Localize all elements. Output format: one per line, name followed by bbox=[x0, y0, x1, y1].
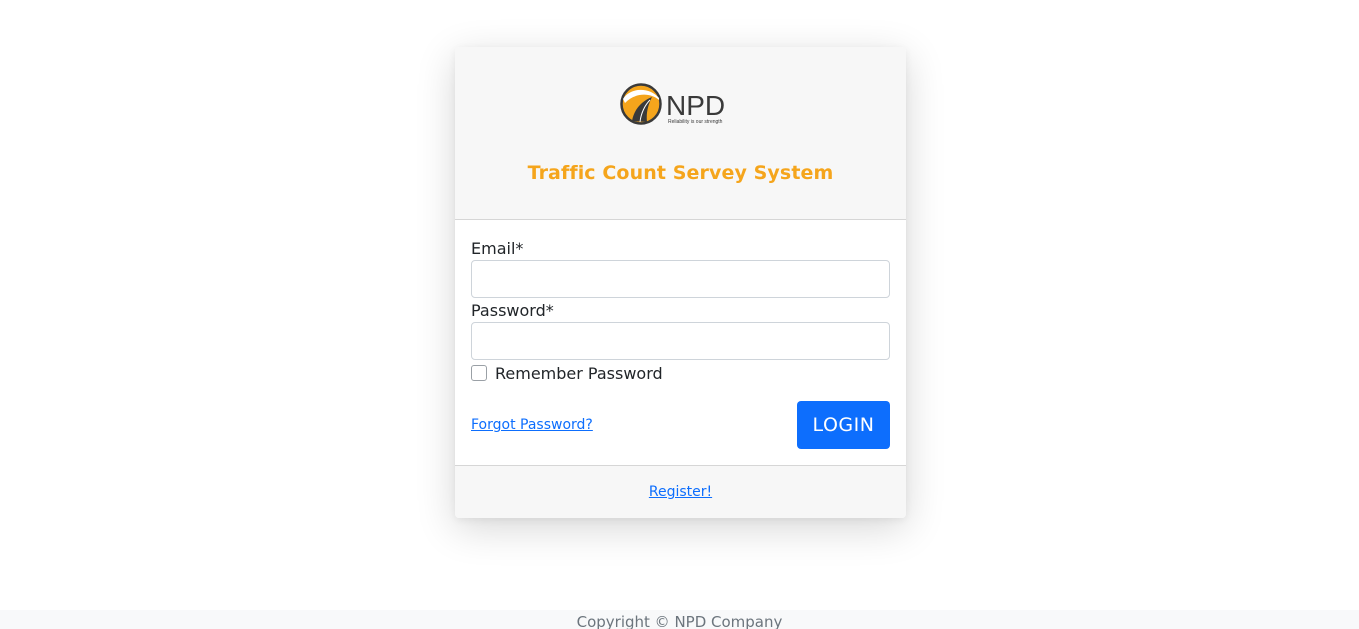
forgot-password-link[interactable]: Forgot Password? bbox=[471, 417, 593, 433]
remember-password-row: Remember Password bbox=[471, 363, 663, 383]
page-footer: Copyright © NPD Company bbox=[0, 610, 1359, 629]
app-title: Traffic Count Servey System bbox=[527, 162, 834, 184]
card-header: NPD Reliability is our strength Traffic … bbox=[455, 47, 906, 220]
npd-logo: NPD Reliability is our strength bbox=[620, 83, 732, 127]
remember-password-label[interactable]: Remember Password bbox=[495, 364, 663, 383]
email-label: Email* bbox=[471, 239, 524, 258]
copyright-text: Copyright © NPD Company bbox=[576, 613, 783, 629]
svg-text:Reliability is our strength: Reliability is our strength bbox=[668, 119, 723, 125]
login-card: NPD Reliability is our strength Traffic … bbox=[455, 47, 906, 518]
svg-text:NPD: NPD bbox=[666, 90, 725, 121]
register-link[interactable]: Register! bbox=[649, 484, 712, 500]
card-footer: Register! bbox=[455, 465, 906, 518]
password-label: Password* bbox=[471, 301, 554, 320]
login-form: Email* Password* Remember Password Forgo… bbox=[455, 220, 906, 465]
password-field[interactable] bbox=[471, 322, 890, 360]
login-button[interactable]: LOGIN bbox=[797, 401, 890, 449]
remember-password-checkbox[interactable] bbox=[471, 365, 487, 381]
email-field[interactable] bbox=[471, 260, 890, 298]
